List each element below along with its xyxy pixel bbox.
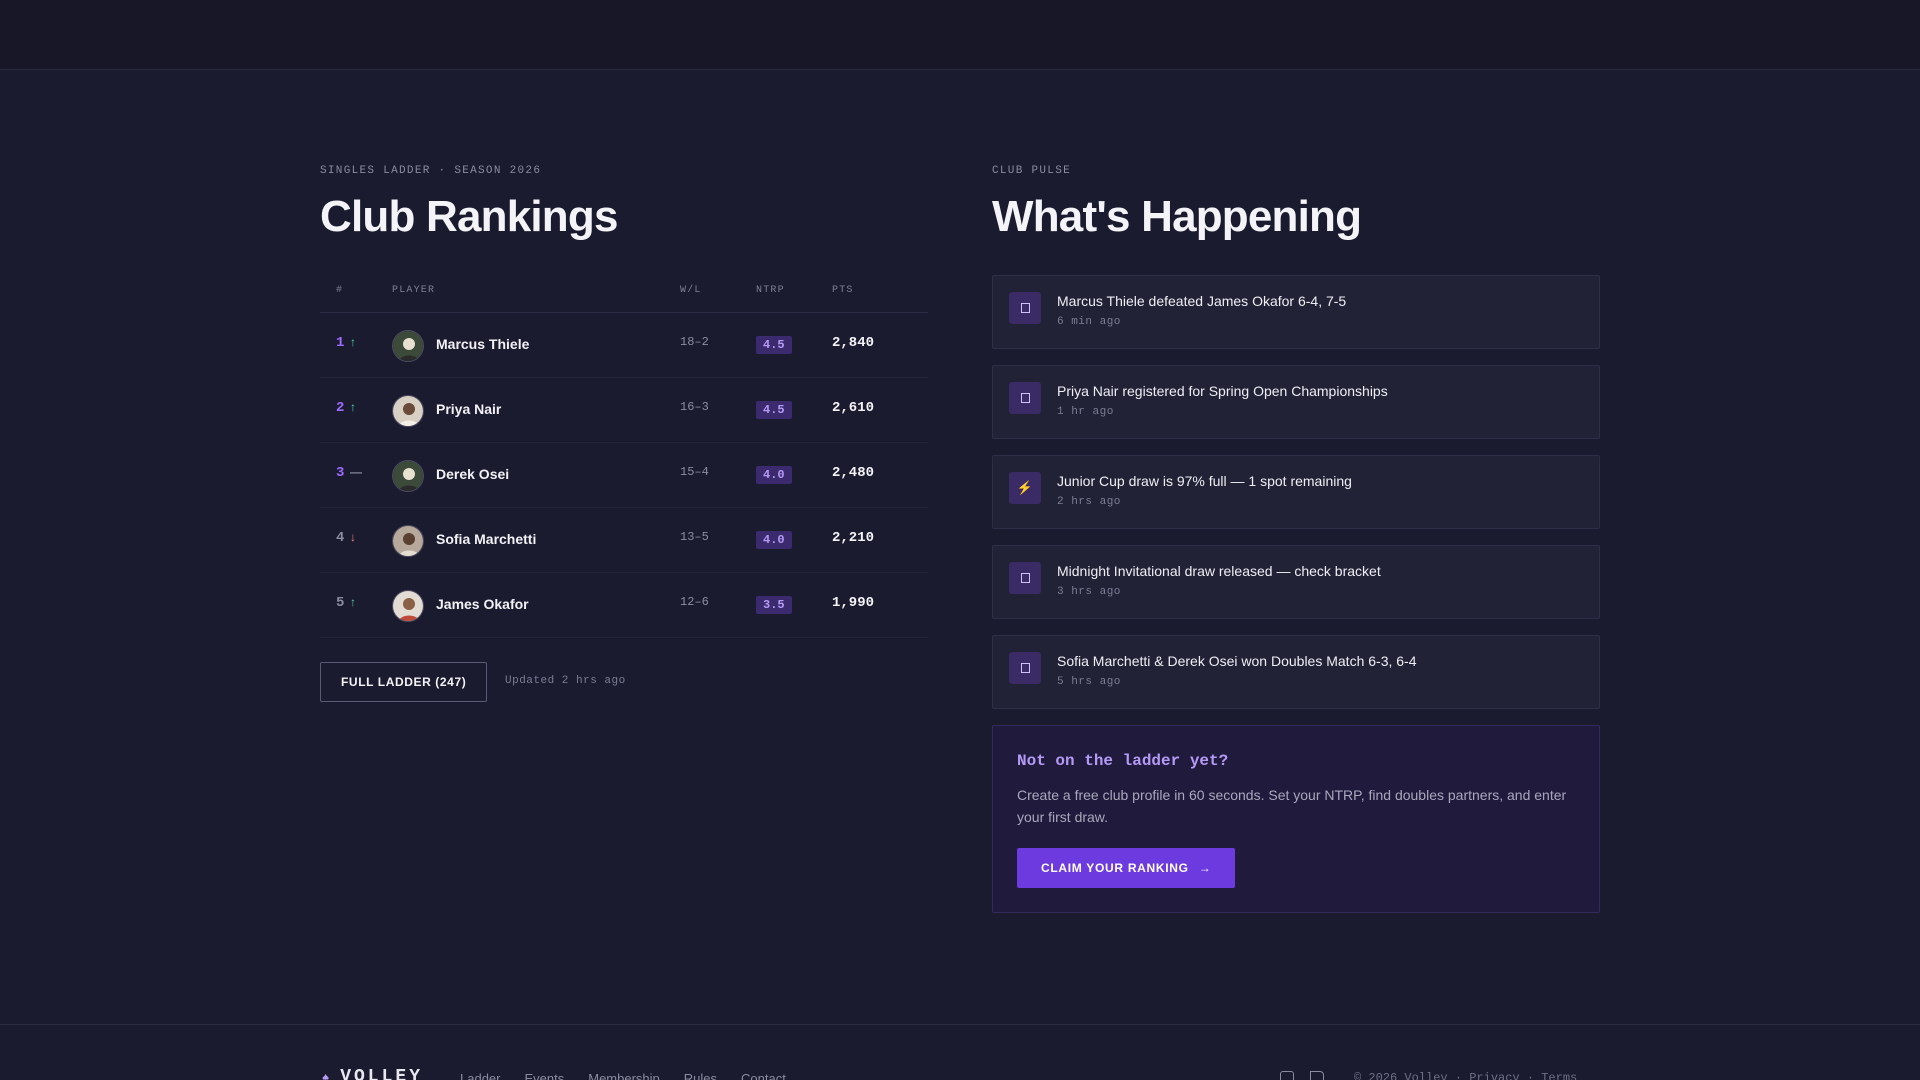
- rankings-section: SINGLES LADDER · SEASON 2026 Club Rankin…: [320, 165, 928, 702]
- ntrp-badge: 4.0: [756, 531, 792, 549]
- feed-item[interactable]: Priya Nair registered for Spring Open Ch…: [992, 365, 1600, 439]
- ntrp-badge: 4.0: [756, 466, 792, 484]
- win-loss: 16–3: [680, 400, 709, 414]
- ntrp-badge: 4.5: [756, 336, 792, 354]
- trend-up-icon: ↑: [350, 595, 356, 609]
- player-name[interactable]: Priya Nair: [436, 401, 501, 417]
- points: 2,610: [832, 400, 875, 416]
- ntrp-badge: 3.5: [756, 596, 792, 614]
- feed-time: 2 hrs ago: [1057, 496, 1121, 508]
- rank-number: 3: [336, 465, 345, 481]
- win-loss: 15–4: [680, 465, 709, 479]
- points: 2,840: [832, 335, 875, 351]
- lightning-icon: ⚡: [1009, 472, 1041, 504]
- feed-text: Junior Cup draw is 97% full — 1 spot rem…: [1057, 473, 1352, 489]
- callout-body: Create a free club profile in 60 seconds…: [1017, 787, 1567, 825]
- avatar[interactable]: [392, 330, 424, 362]
- rank-number: 4: [336, 530, 345, 546]
- trend-down-icon: ↓: [350, 530, 356, 544]
- claim-ranking-button[interactable]: CLAIM YOUR RANKING →: [1017, 848, 1236, 888]
- avatar[interactable]: [392, 590, 424, 622]
- feed-item[interactable]: ⚡ Junior Cup draw is 97% full — 1 spot r…: [992, 455, 1600, 529]
- rankings-eyebrow: SINGLES LADDER · SEASON 2026: [320, 165, 542, 177]
- points: 2,480: [832, 465, 875, 481]
- pulse-eyebrow: CLUB PULSE: [992, 165, 1072, 177]
- player-name[interactable]: James Okafor: [436, 596, 529, 612]
- feed-text: Priya Nair registered for Spring Open Ch…: [1057, 383, 1388, 399]
- footer-logo[interactable]: ♠ VOLLEY: [322, 1067, 423, 1080]
- square-icon: [1009, 292, 1041, 324]
- rankings-table-body: 1 ↑ Marcus Thiele 18–2 4.5 2,840 2 ↑ Pri…: [320, 313, 928, 638]
- copyright: © 2026 Volley · Privacy · Terms: [1354, 1071, 1578, 1080]
- footer-nav: Ladder Events Membership Rules Contact: [460, 1071, 786, 1080]
- win-loss: 12–6: [680, 595, 709, 609]
- trend-up-icon: ↑: [350, 400, 356, 414]
- avatar[interactable]: [392, 395, 424, 427]
- column-ntrp: NTRP: [756, 285, 785, 296]
- player-name[interactable]: Derek Osei: [436, 466, 509, 482]
- site-footer: ♠ VOLLEY Ladder Events Membership Rules C…: [0, 1024, 1920, 1080]
- trend-up-icon: ↑: [350, 335, 356, 349]
- logo-text: VOLLEY: [340, 1067, 424, 1080]
- twitter-icon[interactable]: [1310, 1071, 1324, 1080]
- claim-ranking-label: CLAIM YOUR RANKING: [1041, 861, 1189, 875]
- win-loss: 18–2: [680, 335, 709, 349]
- ranking-row[interactable]: 4 ↓ Sofia Marchetti 13–5 4.0 2,210: [320, 508, 928, 573]
- points: 1,990: [832, 595, 875, 611]
- ranking-row[interactable]: 1 ↑ Marcus Thiele 18–2 4.5 2,840: [320, 313, 928, 378]
- feed-time: 6 min ago: [1057, 316, 1121, 328]
- ranking-row[interactable]: 2 ↑ Priya Nair 16–3 4.5 2,610: [320, 378, 928, 443]
- instagram-icon[interactable]: [1280, 1071, 1294, 1080]
- feed-item[interactable]: Midnight Invitational draw released — ch…: [992, 545, 1600, 619]
- square-icon: [1009, 562, 1041, 594]
- join-ladder-callout: Not on the ladder yet? Create a free clu…: [992, 725, 1600, 913]
- updated-timestamp: Updated 2 hrs ago: [505, 675, 626, 687]
- avatar[interactable]: [392, 525, 424, 557]
- rankings-title: Club Rankings: [320, 192, 618, 241]
- column-player: PLAYER: [392, 285, 436, 296]
- feed-text: Sofia Marchetti & Derek Osei won Doubles…: [1057, 653, 1417, 669]
- column-rank: #: [336, 285, 344, 296]
- top-navigation-bar: [0, 0, 1920, 70]
- column-wl: W/L: [680, 285, 702, 296]
- footer-link-contact[interactable]: Contact: [741, 1071, 786, 1080]
- feed-time: 5 hrs ago: [1057, 676, 1121, 688]
- player-name[interactable]: Sofia Marchetti: [436, 531, 536, 547]
- callout-title: Not on the ladder yet?: [1017, 752, 1229, 770]
- footer-link-ladder[interactable]: Ladder: [460, 1071, 500, 1080]
- avatar[interactable]: [392, 460, 424, 492]
- pulse-section: CLUB PULSE What's Happening Marcus Thiel…: [992, 165, 1600, 913]
- ntrp-badge: 4.5: [756, 401, 792, 419]
- rank-number: 2: [336, 400, 345, 416]
- social-links: [1280, 1071, 1324, 1080]
- rank-number: 5: [336, 595, 345, 611]
- logo-mark-icon: ♠: [322, 1071, 333, 1080]
- win-loss: 13–5: [680, 530, 709, 544]
- player-name[interactable]: Marcus Thiele: [436, 336, 529, 352]
- rank-number: 1: [336, 335, 345, 351]
- feed-item[interactable]: Sofia Marchetti & Derek Osei won Doubles…: [992, 635, 1600, 709]
- ranking-row[interactable]: 5 ↑ James Okafor 12–6 3.5 1,990: [320, 573, 928, 638]
- footer-link-membership[interactable]: Membership: [588, 1071, 660, 1080]
- footer-link-events[interactable]: Events: [524, 1071, 564, 1080]
- ranking-row[interactable]: 3 — Derek Osei 15–4 4.0 2,480: [320, 443, 928, 508]
- full-ladder-button[interactable]: FULL LADDER (247): [320, 662, 488, 702]
- column-pts: PTS: [832, 285, 854, 296]
- feed-time: 3 hrs ago: [1057, 586, 1121, 598]
- trend-flat-icon: —: [350, 465, 362, 479]
- footer-link-rules[interactable]: Rules: [684, 1071, 717, 1080]
- feed-text: Marcus Thiele defeated James Okafor 6-4,…: [1057, 293, 1347, 309]
- pulse-title: What's Happening: [992, 192, 1362, 241]
- activity-feed: Marcus Thiele defeated James Okafor 6-4,…: [992, 275, 1600, 709]
- rankings-table-header: # PLAYER W/L NTRP PTS: [320, 273, 928, 313]
- rankings-footer: FULL LADDER (247) Updated 2 hrs ago: [320, 662, 928, 702]
- feed-item[interactable]: Marcus Thiele defeated James Okafor 6-4,…: [992, 275, 1600, 349]
- feed-text: Midnight Invitational draw released — ch…: [1057, 563, 1381, 579]
- square-icon: [1009, 382, 1041, 414]
- arrow-right-icon: →: [1198, 861, 1212, 875]
- square-icon: [1009, 652, 1041, 684]
- feed-time: 1 hr ago: [1057, 406, 1114, 418]
- points: 2,210: [832, 530, 875, 546]
